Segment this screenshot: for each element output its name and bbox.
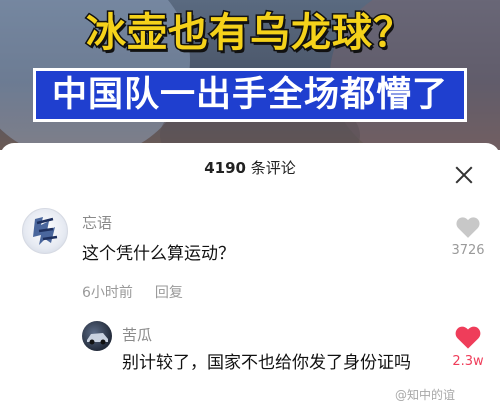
video-headline-primary: 冰壶也有乌龙球？ — [0, 6, 500, 60]
avatar[interactable] — [82, 321, 112, 351]
video-headline-secondary-text: 中国队一出手全场都懵了 — [32, 68, 467, 122]
avatar-car-icon — [87, 333, 108, 345]
close-icon[interactable] — [450, 161, 478, 189]
comment-count: 4190 — [204, 159, 246, 177]
comment-count-label: 条评论 — [245, 159, 296, 177]
heart-icon — [456, 217, 480, 238]
video-player[interactable]: 冰壶也有乌龙球？ 中国队一出手全场都懵了 — [0, 0, 500, 150]
comment-username[interactable]: 苦瓜 — [122, 324, 152, 345]
heart-icon — [455, 326, 481, 349]
like-button[interactable]: 2.3w — [443, 324, 493, 369]
comment-username[interactable]: 忘语 — [82, 212, 112, 233]
comment-text: 这个凭什么算运动？ — [82, 244, 235, 264]
reply-button[interactable]: 回复 — [155, 285, 183, 301]
comments-sheet: 4190 条评论 忘语 这个凭什么算运动？ 6小时前 回复 3726 苦瓜 别计… — [0, 143, 500, 410]
video-headline-secondary: 中国队一出手全场都懵了 — [0, 68, 500, 122]
comments-header: 4190 条评论 — [0, 157, 500, 178]
like-count: 3726 — [451, 243, 485, 258]
avatar[interactable] — [22, 208, 68, 254]
avatar-calligraphy-icon — [33, 217, 58, 245]
like-button[interactable]: 3726 — [443, 215, 493, 258]
watermark: @知中的谊 — [395, 388, 456, 402]
comment-timestamp: 6小时前 — [82, 285, 133, 301]
comment-text: 别计较了，国家不也给你发了身份证吗 — [122, 353, 411, 373]
comment-meta: 6小时前 回复 — [82, 282, 183, 302]
app-screen: 冰壶也有乌龙球？ 中国队一出手全场都懵了 4190 条评论 忘语 这个凭什么算运… — [0, 0, 500, 410]
video-headline-primary-text: 冰壶也有乌龙球？ — [85, 9, 415, 58]
like-count: 2.3w — [452, 354, 484, 369]
